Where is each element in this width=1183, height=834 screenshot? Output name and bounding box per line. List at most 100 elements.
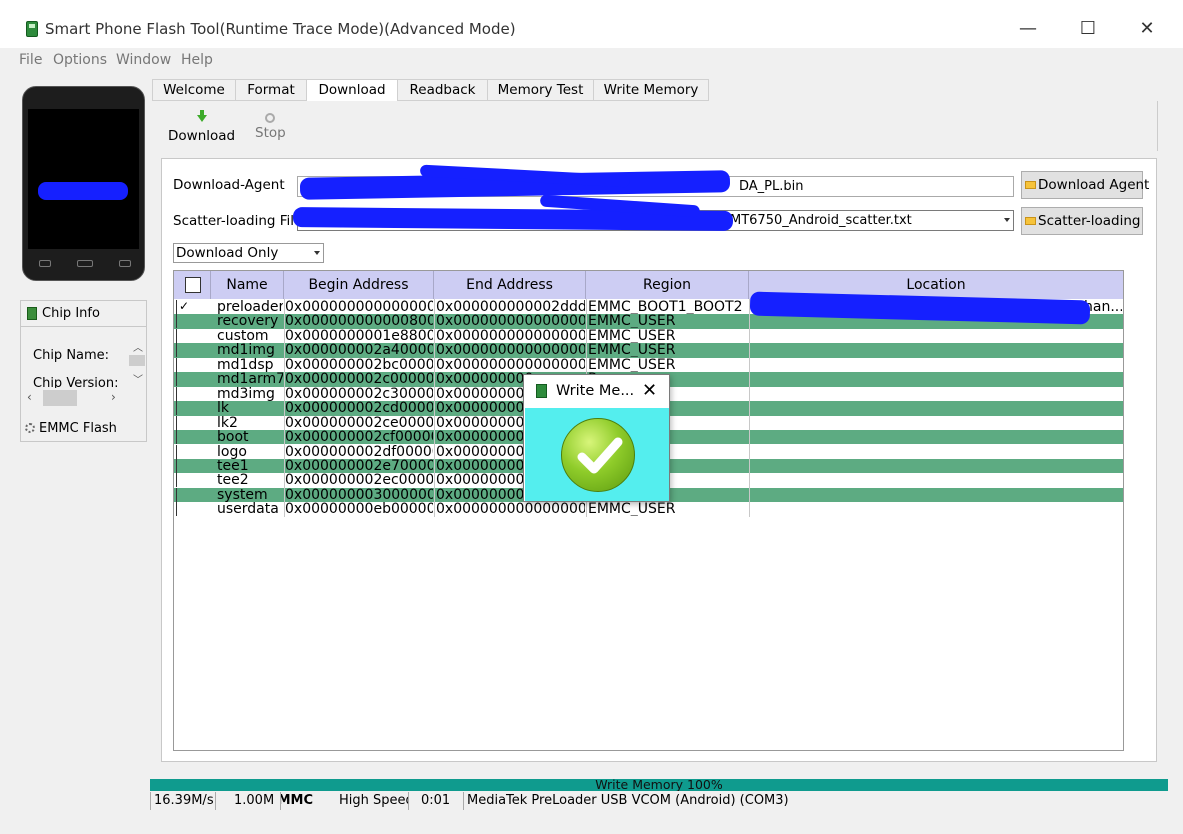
menu-bar: File Options Window Help [0, 48, 1183, 72]
cell-region: EMMC_USER [588, 314, 676, 329]
minimize-button[interactable]: — [1005, 14, 1051, 44]
horizontal-scrollbar[interactable]: ‹ › [23, 389, 127, 407]
partition-table: Name Begin Address End Address Region Lo… [173, 270, 1124, 751]
column-divider [749, 299, 750, 517]
row-checkbox[interactable] [176, 415, 190, 430]
download-agent-button[interactable]: Download Agent [1021, 171, 1149, 199]
vertical-scrollbar[interactable]: ︿ ﹀ [128, 337, 146, 389]
tab-memory-test[interactable]: Memory Test [487, 79, 594, 101]
dialog-title: Write Me... [556, 383, 635, 399]
chevron-down-icon[interactable] [1004, 218, 1010, 222]
cell-name: md1img [217, 343, 275, 358]
tab-format[interactable]: Format [235, 79, 307, 101]
stop-tool-button[interactable]: Stop [255, 111, 286, 141]
column-divider [284, 299, 285, 517]
table-row[interactable]: userdata 0x00000000eb000000 0x000000000000… [174, 502, 1123, 517]
cell-end-address: 0x000000000002dddb [436, 300, 585, 314]
cell-begin-address: 0x000000002a400000 [285, 343, 433, 358]
redaction-mark [38, 182, 128, 200]
header-begin-address[interactable]: Begin Address [284, 271, 434, 299]
select-all-checkbox[interactable] [185, 277, 201, 293]
download-agent-value: DA_PL.bin [739, 179, 804, 194]
download-mode-value: Download Only [176, 245, 279, 261]
menu-window[interactable]: Window [116, 52, 171, 68]
row-checkbox[interactable] [176, 386, 190, 401]
stop-tool-label: Stop [255, 125, 286, 141]
chip-info-panel: Chip Info Chip Name: Chip Version: ︿ ﹀ ‹… [20, 300, 147, 442]
tab-welcome[interactable]: Welcome [152, 79, 236, 101]
status-port: MediaTek PreLoader USB VCOM (Android) (C… [463, 792, 1163, 810]
header-name[interactable]: Name [211, 271, 284, 299]
scroll-down-icon[interactable]: ﹀ [133, 371, 143, 386]
row-checkbox[interactable] [176, 357, 190, 372]
row-checkbox[interactable] [176, 473, 190, 488]
cell-region: EMMC_BOOT1_BOOT2 [588, 300, 743, 314]
cell-end-address: 0x0000000000000000 [436, 328, 585, 343]
menu-options[interactable]: Options [53, 52, 107, 68]
scroll-thumb[interactable] [129, 355, 145, 366]
hscroll-thumb[interactable] [43, 390, 77, 406]
table-row[interactable]: md1dsp 0x000000002bc00000 0x00000000000000… [174, 357, 1123, 372]
cell-begin-address: 0x000000002bc00000 [285, 357, 433, 372]
row-checkbox[interactable] [176, 343, 190, 358]
row-checkbox[interactable] [176, 314, 190, 329]
cell-region: EMMC_USER [588, 357, 676, 372]
checkmark-svg [577, 437, 623, 474]
cell-name: preloader [217, 300, 283, 314]
download-agent-button-label: Download Agent [1038, 177, 1150, 193]
cell-begin-address: 0x000000002c300000 [285, 386, 433, 401]
menu-file[interactable]: File [19, 52, 42, 68]
status-bar: 16.39M/s 1.00M EMMC High Speed 0:01 Medi… [150, 792, 1168, 810]
cell-begin-address: 0x0000000030000000 [285, 487, 433, 502]
emmc-flash-label: EMMC Flash [39, 421, 117, 436]
close-button[interactable]: ✕ [1124, 14, 1170, 44]
row-checkbox[interactable] [176, 458, 190, 473]
cell-end-address: 0x0000000000000000 [436, 357, 585, 372]
chevron-down-icon[interactable] [314, 251, 320, 255]
cell-name: md1dsp [217, 357, 274, 372]
tab-write-memory[interactable]: Write Memory [593, 79, 709, 101]
emmc-flash-item[interactable]: EMMC Flash [25, 421, 117, 436]
menu-help[interactable]: Help [181, 52, 213, 68]
cell-name: system [217, 487, 268, 502]
row-checkbox[interactable]: ✓ [176, 300, 190, 314]
scroll-right-icon[interactable]: › [111, 390, 116, 404]
header-region[interactable]: Region [586, 271, 749, 299]
cell-name: custom [217, 328, 269, 343]
download-tool-button[interactable]: Download [168, 110, 235, 144]
row-checkbox[interactable] [176, 444, 190, 459]
cell-begin-address: 0x00000000eb000000 [285, 502, 433, 517]
table-row[interactable]: md1img 0x000000002a400000 0x00000000000000… [174, 343, 1123, 358]
row-checkbox[interactable] [176, 430, 190, 445]
dialog-close-button[interactable]: ✕ [642, 380, 657, 401]
cell-name: userdata [217, 502, 279, 517]
scroll-up-icon[interactable]: ︿ [133, 339, 143, 354]
cell-begin-address: 0x000000002e700000 [285, 458, 433, 473]
cell-begin-address: 0x0000000000000000 [285, 300, 433, 314]
phone-menu-icon [39, 260, 51, 267]
header-end-address[interactable]: End Address [434, 271, 586, 299]
dialog-title-bar: Write Me... ✕ [524, 375, 669, 407]
status-speed: 16.39M/s [150, 792, 215, 810]
tab-download[interactable]: Download [306, 79, 398, 102]
chip-info-title: Chip Info [42, 306, 100, 321]
scatter-loading-button[interactable]: Scatter-loading [1021, 207, 1143, 235]
table-row[interactable]: custom 0x0000000001e88000 0x00000000000000… [174, 328, 1123, 343]
row-checkbox[interactable] [176, 487, 190, 502]
cell-begin-address: 0x000000002ec00000 [285, 473, 433, 488]
download-agent-label: Download-Agent [173, 177, 285, 193]
cell-begin-address: 0x0000000001e88000 [285, 328, 433, 343]
status-size: 1.00M [215, 792, 280, 810]
row-checkbox[interactable] [176, 372, 190, 387]
header-select-cell [174, 271, 211, 299]
tab-readback[interactable]: Readback [397, 79, 488, 101]
maximize-button[interactable]: ☐ [1065, 14, 1111, 44]
row-checkbox[interactable] [176, 401, 190, 416]
scroll-left-icon[interactable]: ‹ [27, 390, 32, 404]
chip-info-header[interactable]: Chip Info [21, 301, 146, 327]
row-checkbox[interactable] [176, 502, 190, 517]
status-storage: EMMC [280, 792, 313, 810]
folder-icon [1025, 217, 1036, 225]
row-checkbox[interactable] [176, 328, 190, 343]
download-mode-select[interactable]: Download Only [173, 243, 324, 263]
